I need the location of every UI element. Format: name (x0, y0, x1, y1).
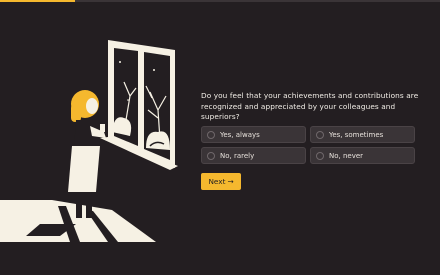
option-label: Yes, sometimes (329, 130, 384, 139)
option-no-rarely[interactable]: No, rarely (201, 147, 306, 164)
option-label: No, never (329, 151, 364, 160)
answer-options: Yes, always Yes, sometimes No, rarely No… (201, 126, 415, 164)
radio-icon[interactable] (316, 130, 324, 139)
option-label: Yes, always (220, 130, 260, 139)
arrow-right-icon: → (227, 177, 234, 186)
option-label: No, rarely (220, 151, 255, 160)
radio-icon[interactable] (316, 151, 324, 160)
option-yes-always[interactable]: Yes, always (201, 126, 306, 143)
radio-icon[interactable] (207, 151, 215, 160)
next-label: Next (208, 177, 226, 186)
woman-figure (68, 90, 106, 218)
radio-icon[interactable] (207, 130, 215, 139)
woman-at-window-illustration (0, 40, 178, 242)
option-no-never[interactable]: No, never (310, 147, 415, 164)
option-yes-sometimes[interactable]: Yes, sometimes (310, 126, 415, 143)
next-button[interactable]: Next → (201, 173, 241, 190)
question-text: Do you feel that your achievements and c… (201, 91, 419, 121)
question-block: Do you feel that your achievements and c… (201, 91, 426, 123)
